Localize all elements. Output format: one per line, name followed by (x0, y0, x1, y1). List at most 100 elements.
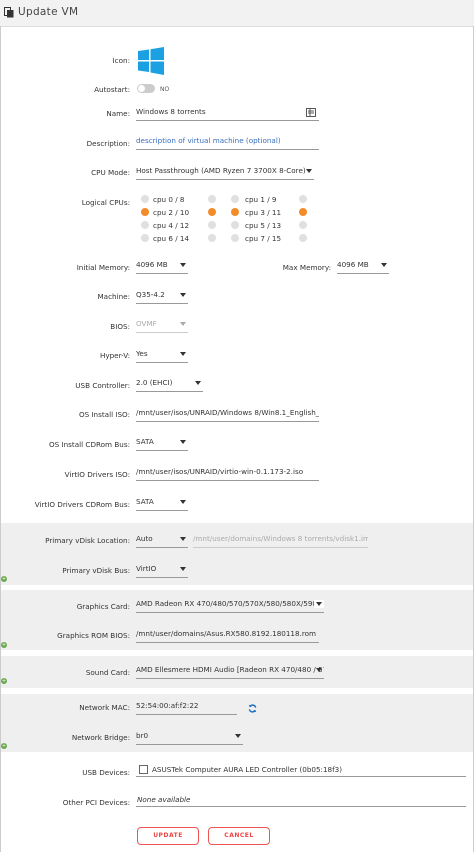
add-graphics-icon[interactable]: + (1, 642, 7, 648)
initial-memory-label: Initial Memory: (76, 263, 130, 272)
title-bar: Update VM (0, 0, 474, 27)
os-iso-value: /mnt/user/isos/UNRAID/Windows 8/Win8.1_E… (136, 408, 319, 417)
network-bridge-label: Network Bridge: (71, 733, 130, 742)
usb-device-checkbox[interactable] (139, 765, 148, 774)
os-iso-input[interactable]: /mnt/user/isos/UNRAID/Windows 8/Win8.1_E… (136, 407, 319, 422)
graphics-card-select[interactable]: AMD Radeon RX 470/480/570/570X/580/580X/… (136, 598, 324, 613)
pci-devices-label: Other PCI Devices: (62, 798, 130, 807)
os-bus-select[interactable]: SATA (136, 436, 188, 451)
cpu-core-toggle[interactable] (231, 221, 239, 229)
refresh-icon[interactable] (248, 704, 257, 713)
autostart-value: NO (160, 86, 170, 93)
chevron-down-icon (180, 567, 186, 571)
cpu-thread-toggle[interactable] (208, 208, 216, 216)
cpu-thread-toggle[interactable] (299, 208, 307, 216)
graphics-card-label: Graphics Card: (76, 602, 130, 611)
update-button[interactable]: UPDATE (137, 827, 199, 845)
os-iso-label: OS Install ISO: (78, 410, 130, 419)
bios-label: BIOS: (110, 322, 130, 331)
cpu-mode-label: CPU Mode: (91, 168, 130, 177)
os-bus-label: OS Install CDRom Bus: (49, 440, 130, 449)
virtio-iso-value: /mnt/user/isos/UNRAID/virtio-win-0.1.173… (136, 467, 304, 476)
name-label: Name: (106, 109, 130, 118)
machine-label: Machine: (97, 292, 130, 301)
cpu-pair-label: cpu 7 / 15 (245, 234, 282, 243)
virtio-bus-label: VirtIO Drivers CDRom Bus: (34, 500, 130, 509)
network-bridge-select[interactable]: br0 (136, 730, 243, 745)
cpu-thread-toggle[interactable] (299, 221, 307, 229)
icon-label: Icon: (112, 56, 130, 65)
vdisk-path-value: /mnt/user/domains/Windows 8 torrents/vdi… (193, 534, 368, 543)
network-mac-input[interactable]: 52:54:00:af:f2:22 (136, 700, 237, 715)
vdisk-bus-select[interactable]: VirtIO (136, 563, 188, 578)
cpu-thread-toggle[interactable] (208, 234, 216, 242)
cpu-pair-label: cpu 2 / 10 (153, 208, 190, 217)
chevron-down-icon (180, 263, 186, 267)
bios-value: OVMF (136, 319, 157, 328)
bios-select: OVMF (136, 318, 188, 333)
page-title: Update VM (18, 6, 79, 18)
vm-window-icon (4, 7, 14, 18)
vdisk-location-value: Auto (136, 534, 153, 543)
add-network-icon[interactable]: + (1, 743, 7, 749)
initial-memory-select[interactable]: 4096 MB (136, 259, 188, 274)
chevron-down-icon (316, 668, 322, 672)
vdisk-bus-label: Primary vDisk Bus: (62, 566, 130, 575)
usb-controller-value: 2.0 (EHCI) (136, 378, 173, 387)
cpu-mode-select[interactable]: Host Passthrough (AMD Ryzen 7 3700X 8-Co… (136, 165, 314, 180)
vdisk-location-select[interactable]: Auto (136, 533, 188, 548)
cpu-thread-toggle[interactable] (299, 234, 307, 242)
chevron-down-icon (235, 734, 241, 738)
chevron-down-icon (180, 440, 186, 444)
add-sound-icon[interactable]: + (1, 678, 7, 684)
cancel-button[interactable]: CANCEL (208, 827, 270, 845)
sound-card-value: AMD Ellesmere HDMI Audio [Radeon RX 470/… (136, 665, 324, 674)
hyperv-label: Hyper-V: (99, 351, 130, 360)
cpu-core-toggle[interactable] (231, 208, 239, 216)
usb-devices-label: USB Devices: (82, 768, 130, 777)
windows-logo-icon[interactable] (138, 47, 164, 75)
sound-card-label: Sound Card: (85, 668, 130, 677)
machine-select[interactable]: Q35-4.2 (136, 289, 188, 304)
description-input[interactable]: description of virtual machine (optional… (136, 135, 319, 150)
machine-value: Q35-4.2 (136, 290, 165, 299)
vdisk-bus-value: VirtIO (136, 564, 157, 573)
os-bus-value: SATA (136, 437, 154, 446)
chevron-down-icon (180, 293, 186, 297)
chevron-down-icon (316, 602, 322, 606)
chevron-down-icon (195, 381, 201, 385)
autostart-toggle[interactable] (137, 84, 155, 93)
logical-cpus-label: Logical CPUs: (81, 198, 130, 207)
virtio-bus-select[interactable]: SATA (136, 496, 188, 511)
usb-controller-select[interactable]: 2.0 (EHCI) (136, 377, 203, 392)
cpu-core-toggle[interactable] (141, 234, 149, 242)
cpu-core-toggle[interactable] (141, 221, 149, 229)
cpu-core-toggle[interactable] (231, 195, 239, 203)
cpu-pair-label: cpu 4 / 12 (153, 221, 190, 230)
add-vdisk-icon[interactable]: + (1, 576, 7, 582)
name-value: Windows 8 torrents (136, 107, 206, 116)
sound-card-select[interactable]: AMD Ellesmere HDMI Audio [Radeon RX 470/… (136, 664, 324, 679)
name-input[interactable]: Windows 8 torrents (136, 106, 319, 121)
cpu-core-toggle[interactable] (231, 234, 239, 242)
description-label: Description: (86, 139, 130, 148)
graphics-rom-label: Graphics ROM BIOS: (57, 631, 130, 640)
graphics-rom-input[interactable]: /mnt/user/domains/Asus.RX580.8192.180118… (136, 628, 319, 643)
max-memory-value: 4096 MB (337, 260, 369, 269)
cpu-core-toggle[interactable] (141, 208, 149, 216)
cpu-core-toggle[interactable] (141, 195, 149, 203)
hyperv-select[interactable]: Yes (136, 348, 188, 363)
graphics-rom-value: /mnt/user/domains/Asus.RX580.8192.180118… (136, 629, 317, 638)
cpu-thread-toggle[interactable] (208, 221, 216, 229)
usb-device-name: ASUSTek Computer AURA LED Controller (0b… (152, 765, 342, 774)
cpu-pair-label: cpu 6 / 14 (153, 234, 190, 243)
cpu-pair-label: cpu 1 / 9 (245, 195, 277, 204)
max-memory-select[interactable]: 4096 MB (337, 259, 389, 274)
chevron-down-icon (306, 169, 312, 173)
virtio-iso-input[interactable]: /mnt/user/isos/UNRAID/virtio-win-0.1.173… (136, 466, 319, 481)
vdisk-path-input: /mnt/user/domains/Windows 8 torrents/vdi… (193, 533, 368, 548)
cpu-thread-toggle[interactable] (299, 195, 307, 203)
virtio-bus-value: SATA (136, 497, 154, 506)
cpu-thread-toggle[interactable] (208, 195, 216, 203)
template-icon[interactable] (306, 108, 316, 117)
